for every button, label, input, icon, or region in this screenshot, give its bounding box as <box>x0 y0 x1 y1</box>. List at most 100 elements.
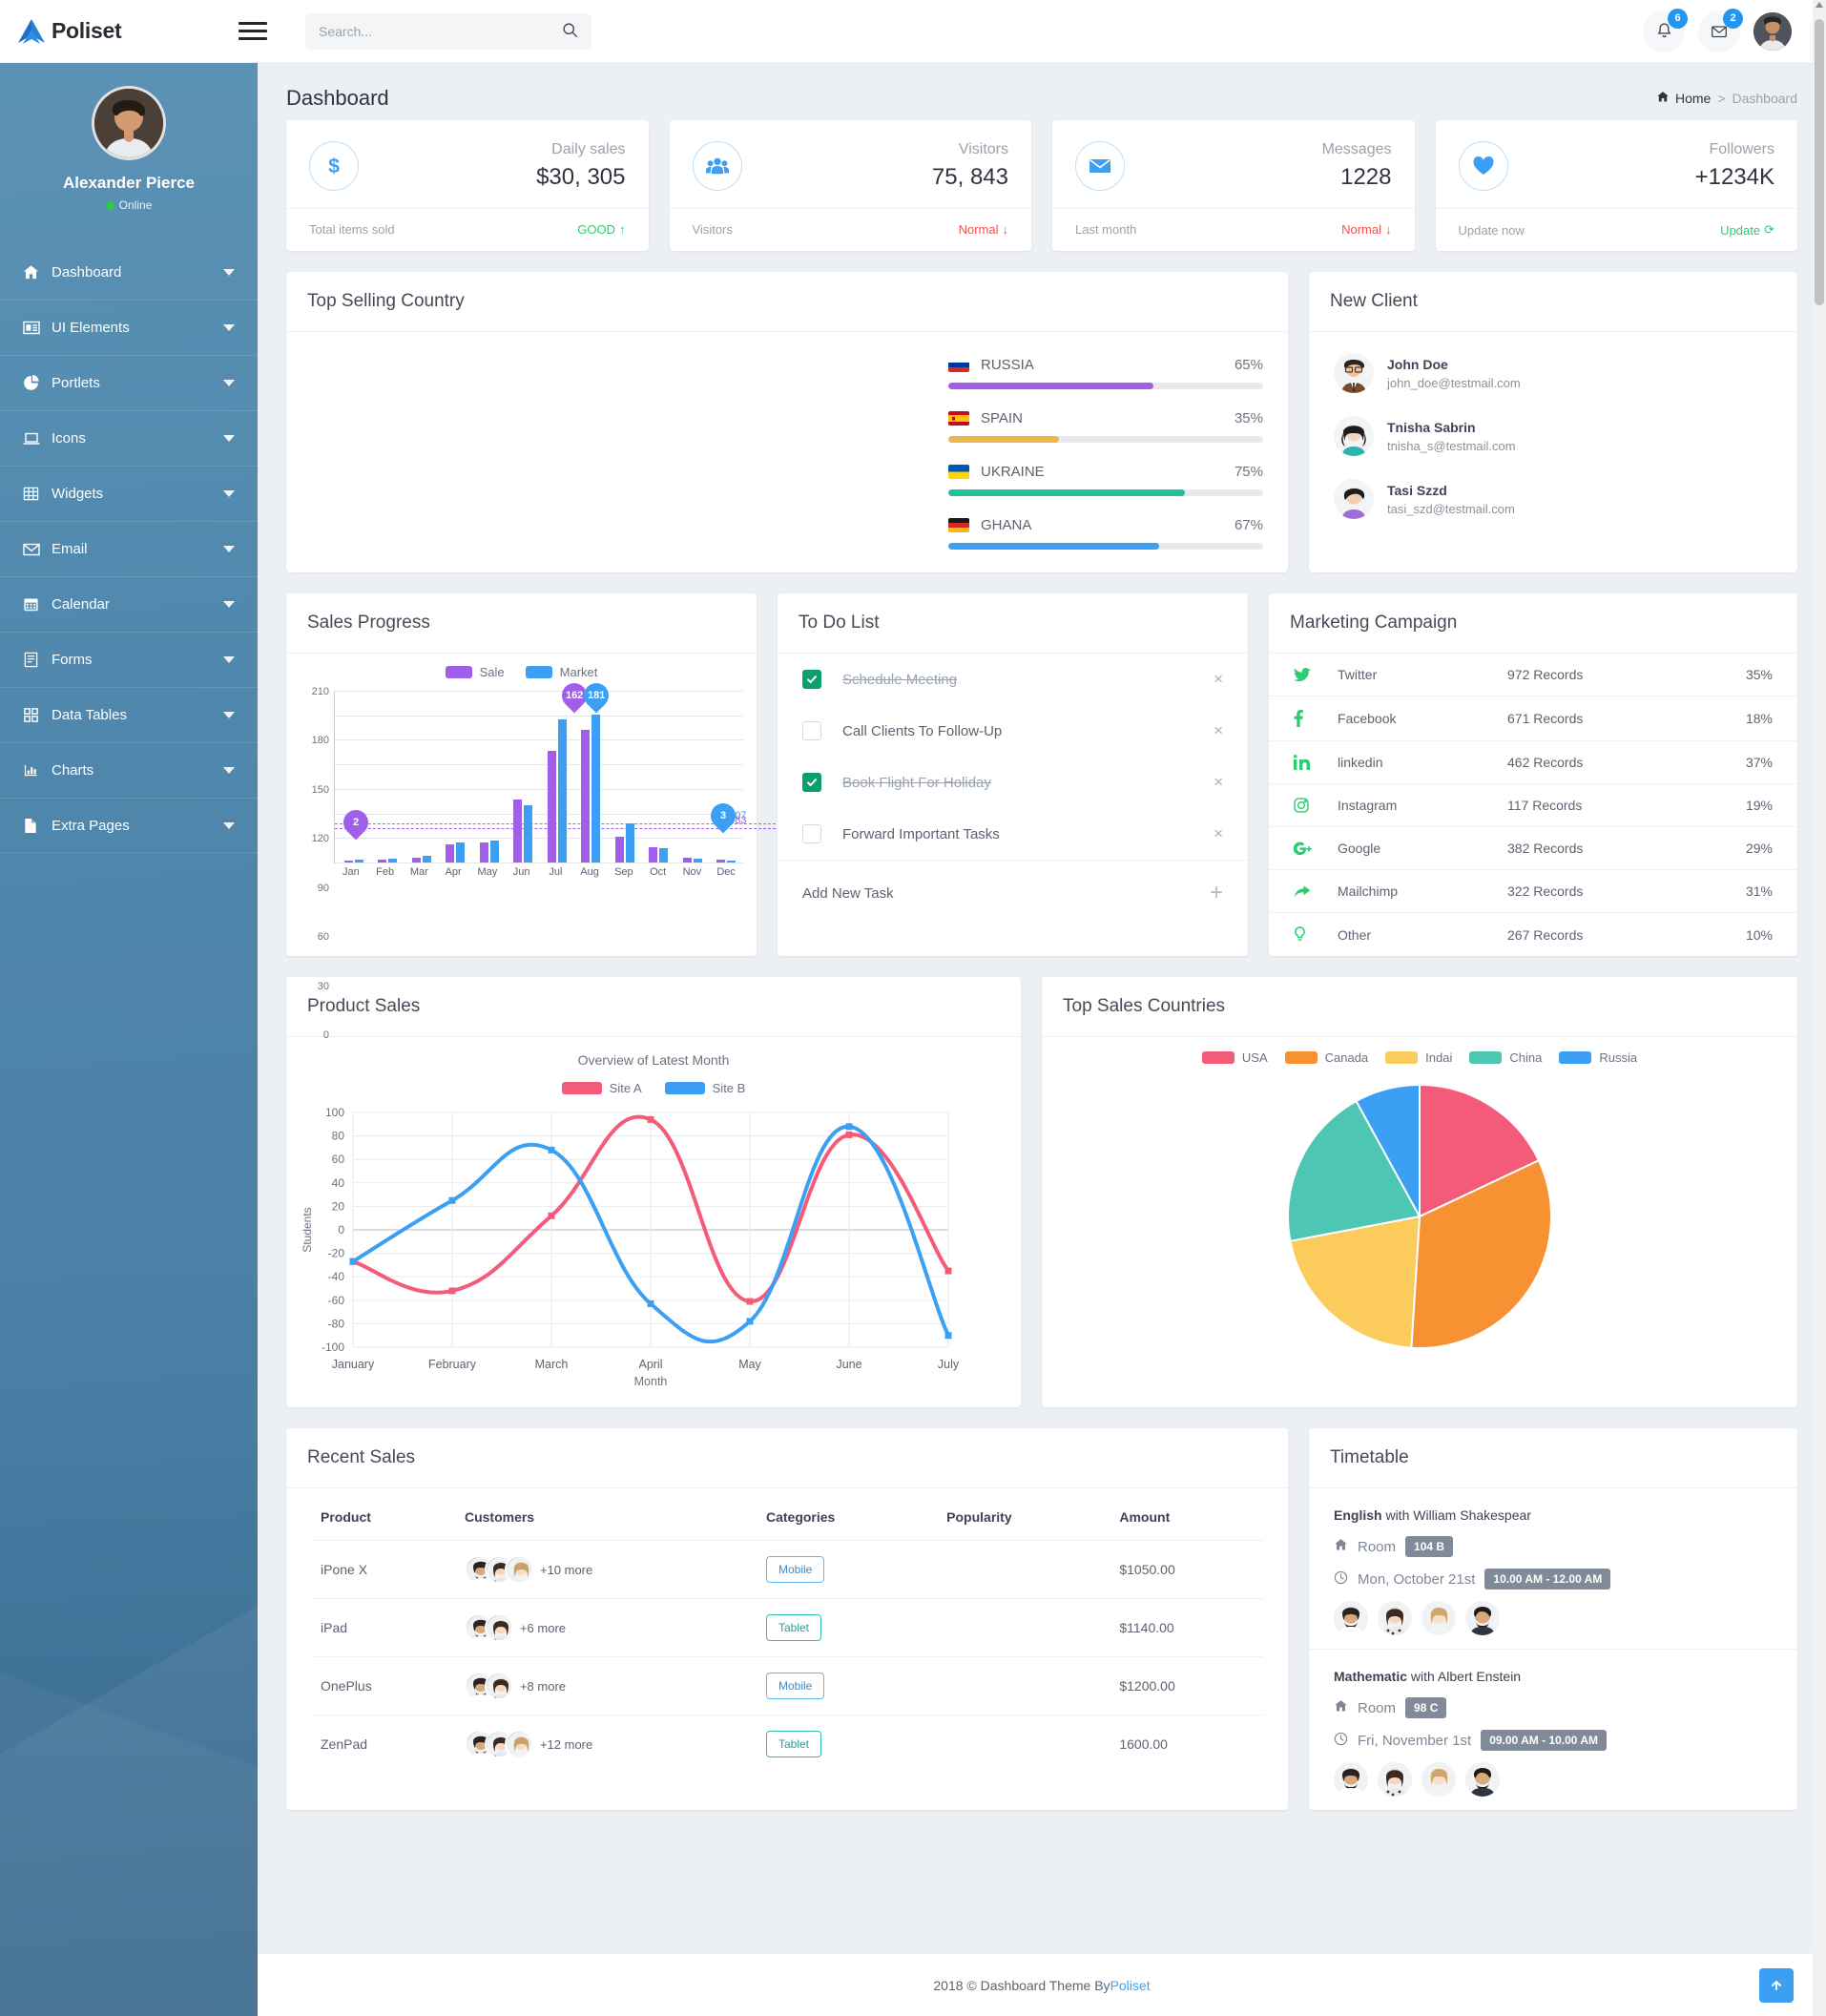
bar[interactable] <box>557 719 567 863</box>
bar[interactable] <box>446 844 455 863</box>
notifications-button[interactable]: 6 <box>1643 8 1688 52</box>
sidebar-item-dashboard[interactable]: Dashboard <box>0 244 258 300</box>
bar[interactable] <box>388 858 398 863</box>
bar[interactable] <box>456 842 466 863</box>
user-avatar[interactable] <box>1753 11 1792 51</box>
table-row[interactable]: iPad +6 more Tablet $1140.00 <box>311 1598 1263 1657</box>
bar[interactable] <box>727 861 737 863</box>
bar[interactable] <box>378 859 387 863</box>
footer-link[interactable]: Poliset <box>1110 1978 1151 1993</box>
todo-checkbox[interactable] <box>802 773 821 792</box>
bar[interactable] <box>682 857 692 863</box>
chevron-down-icon[interactable] <box>223 380 235 386</box>
bar[interactable] <box>354 860 363 863</box>
scroll-up-icon[interactable] <box>1816 2 1823 8</box>
todo-item[interactable]: Book Flight For Holiday × <box>778 757 1248 808</box>
category-badge[interactable]: Tablet <box>765 1614 822 1641</box>
bar[interactable] <box>659 847 669 863</box>
chevron-down-icon[interactable] <box>223 601 235 608</box>
todo-item[interactable]: Forward Important Tasks × <box>778 808 1248 860</box>
legend-item[interactable]: Indai <box>1385 1050 1452 1065</box>
stat-card-messages[interactable]: Messages 1228 Last month Normal ↓ <box>1052 120 1415 251</box>
search-input[interactable] <box>319 23 562 39</box>
bar[interactable] <box>716 860 726 863</box>
bar[interactable] <box>591 714 601 863</box>
stat-card-followers[interactable]: Followers +1234K Update now Update ⟳ <box>1435 120 1797 251</box>
timetable-entry[interactable]: English with William Shakespear Room 104 B… <box>1309 1488 1797 1649</box>
bar[interactable] <box>411 857 421 863</box>
close-icon[interactable]: × <box>1214 773 1223 792</box>
chevron-down-icon[interactable] <box>223 268 235 276</box>
stat-trend[interactable]: Update ⟳ <box>1720 222 1774 238</box>
bar[interactable] <box>524 805 533 863</box>
bar[interactable] <box>547 751 556 863</box>
bar[interactable] <box>479 842 488 863</box>
stat-card-visitors[interactable]: Visitors 75, 843 Visitors Normal ↓ <box>669 120 1031 251</box>
list-item[interactable]: John Doe john_doe@testmail.com <box>1309 342 1797 405</box>
chevron-down-icon[interactable] <box>223 546 235 552</box>
todo-checkbox[interactable] <box>802 721 821 740</box>
breadcrumb-home[interactable]: Home <box>1656 91 1711 106</box>
bar[interactable] <box>489 840 499 863</box>
sidebar-item-calendar[interactable]: Calendar <box>0 576 258 632</box>
legend-item[interactable]: Sale <box>445 665 505 679</box>
category-badge[interactable]: Mobile <box>765 1673 825 1699</box>
bar[interactable] <box>581 730 591 863</box>
list-item[interactable]: Tasi Szzd tasi_szd@testmail.com <box>1309 468 1797 530</box>
bar[interactable] <box>649 846 658 863</box>
bar-group[interactable] <box>371 691 405 863</box>
add-task-row[interactable]: Add New Task + <box>778 860 1248 925</box>
table-row[interactable]: OnePlus +8 more Mobile $1200.00 <box>311 1656 1263 1715</box>
bar[interactable] <box>513 800 523 863</box>
table-row[interactable]: Mailchimp 322 Records 31% <box>1269 870 1797 913</box>
bar[interactable] <box>422 856 431 863</box>
legend-item[interactable]: Site B <box>664 1081 745 1095</box>
table-row[interactable]: Twitter 972 Records 35% <box>1269 654 1797 696</box>
scrollbar-thumb[interactable] <box>1815 19 1824 305</box>
category-badge[interactable]: Tablet <box>765 1731 822 1757</box>
table-row[interactable]: Google 382 Records 29% <box>1269 827 1797 870</box>
bar-group[interactable] <box>507 691 541 863</box>
category-badge[interactable]: Mobile <box>765 1556 825 1583</box>
bar-group[interactable] <box>710 691 744 863</box>
chevron-down-icon[interactable] <box>223 821 235 829</box>
sidebar-item-data-tables[interactable]: Data Tables <box>0 687 258 742</box>
chevron-down-icon[interactable] <box>223 767 235 774</box>
list-item[interactable]: Tnisha Sabrin tnisha_s@testmail.com <box>1309 405 1797 468</box>
table-row[interactable]: linkedin 462 Records 37% <box>1269 741 1797 784</box>
sidebar-item-charts[interactable]: Charts <box>0 742 258 798</box>
bar-group[interactable] <box>574 691 609 863</box>
close-icon[interactable]: × <box>1214 721 1223 740</box>
legend-item[interactable]: Site A <box>561 1081 642 1095</box>
chevron-down-icon[interactable] <box>223 324 235 331</box>
todo-checkbox[interactable] <box>802 670 821 689</box>
brand-area[interactable]: Poliset <box>0 18 258 45</box>
table-row[interactable]: Facebook 671 Records 18% <box>1269 696 1797 741</box>
scroll-to-top-button[interactable] <box>1759 1968 1794 2003</box>
todo-item[interactable]: Call Clients To Follow-Up × <box>778 705 1248 757</box>
table-row[interactable]: Instagram 117 Records 19% <box>1269 784 1797 827</box>
bar-group[interactable] <box>608 691 642 863</box>
profile-avatar[interactable] <box>92 86 166 160</box>
messages-button[interactable]: 2 <box>1698 8 1743 52</box>
search-icon[interactable] <box>562 22 578 41</box>
sidebar-item-extra-pages[interactable]: Extra Pages <box>0 798 258 853</box>
page-scrollbar[interactable] <box>1813 0 1826 2016</box>
sidebar-item-forms[interactable]: Forms <box>0 632 258 687</box>
chevron-down-icon[interactable] <box>223 435 235 442</box>
sidebar-item-icons[interactable]: Icons <box>0 410 258 466</box>
sidebar-item-widgets[interactable]: Widgets <box>0 466 258 521</box>
bar[interactable] <box>614 837 624 863</box>
sidebar-item-ui-elements[interactable]: UI Elements <box>0 300 258 355</box>
todo-item[interactable]: Schedule Meeting × <box>778 654 1248 705</box>
legend-item[interactable]: USA <box>1201 1050 1268 1065</box>
legend-item[interactable]: China <box>1469 1050 1542 1065</box>
hamburger-icon[interactable] <box>239 22 267 40</box>
bar-group[interactable] <box>642 691 676 863</box>
legend-item[interactable]: Canada <box>1284 1050 1368 1065</box>
chevron-down-icon[interactable] <box>223 656 235 663</box>
chevron-down-icon[interactable] <box>223 712 235 718</box>
close-icon[interactable]: × <box>1214 670 1223 689</box>
bar-group[interactable] <box>405 691 439 863</box>
stat-card-daily-sales[interactable]: $ Daily sales $30, 305 Total items sold … <box>286 120 649 251</box>
